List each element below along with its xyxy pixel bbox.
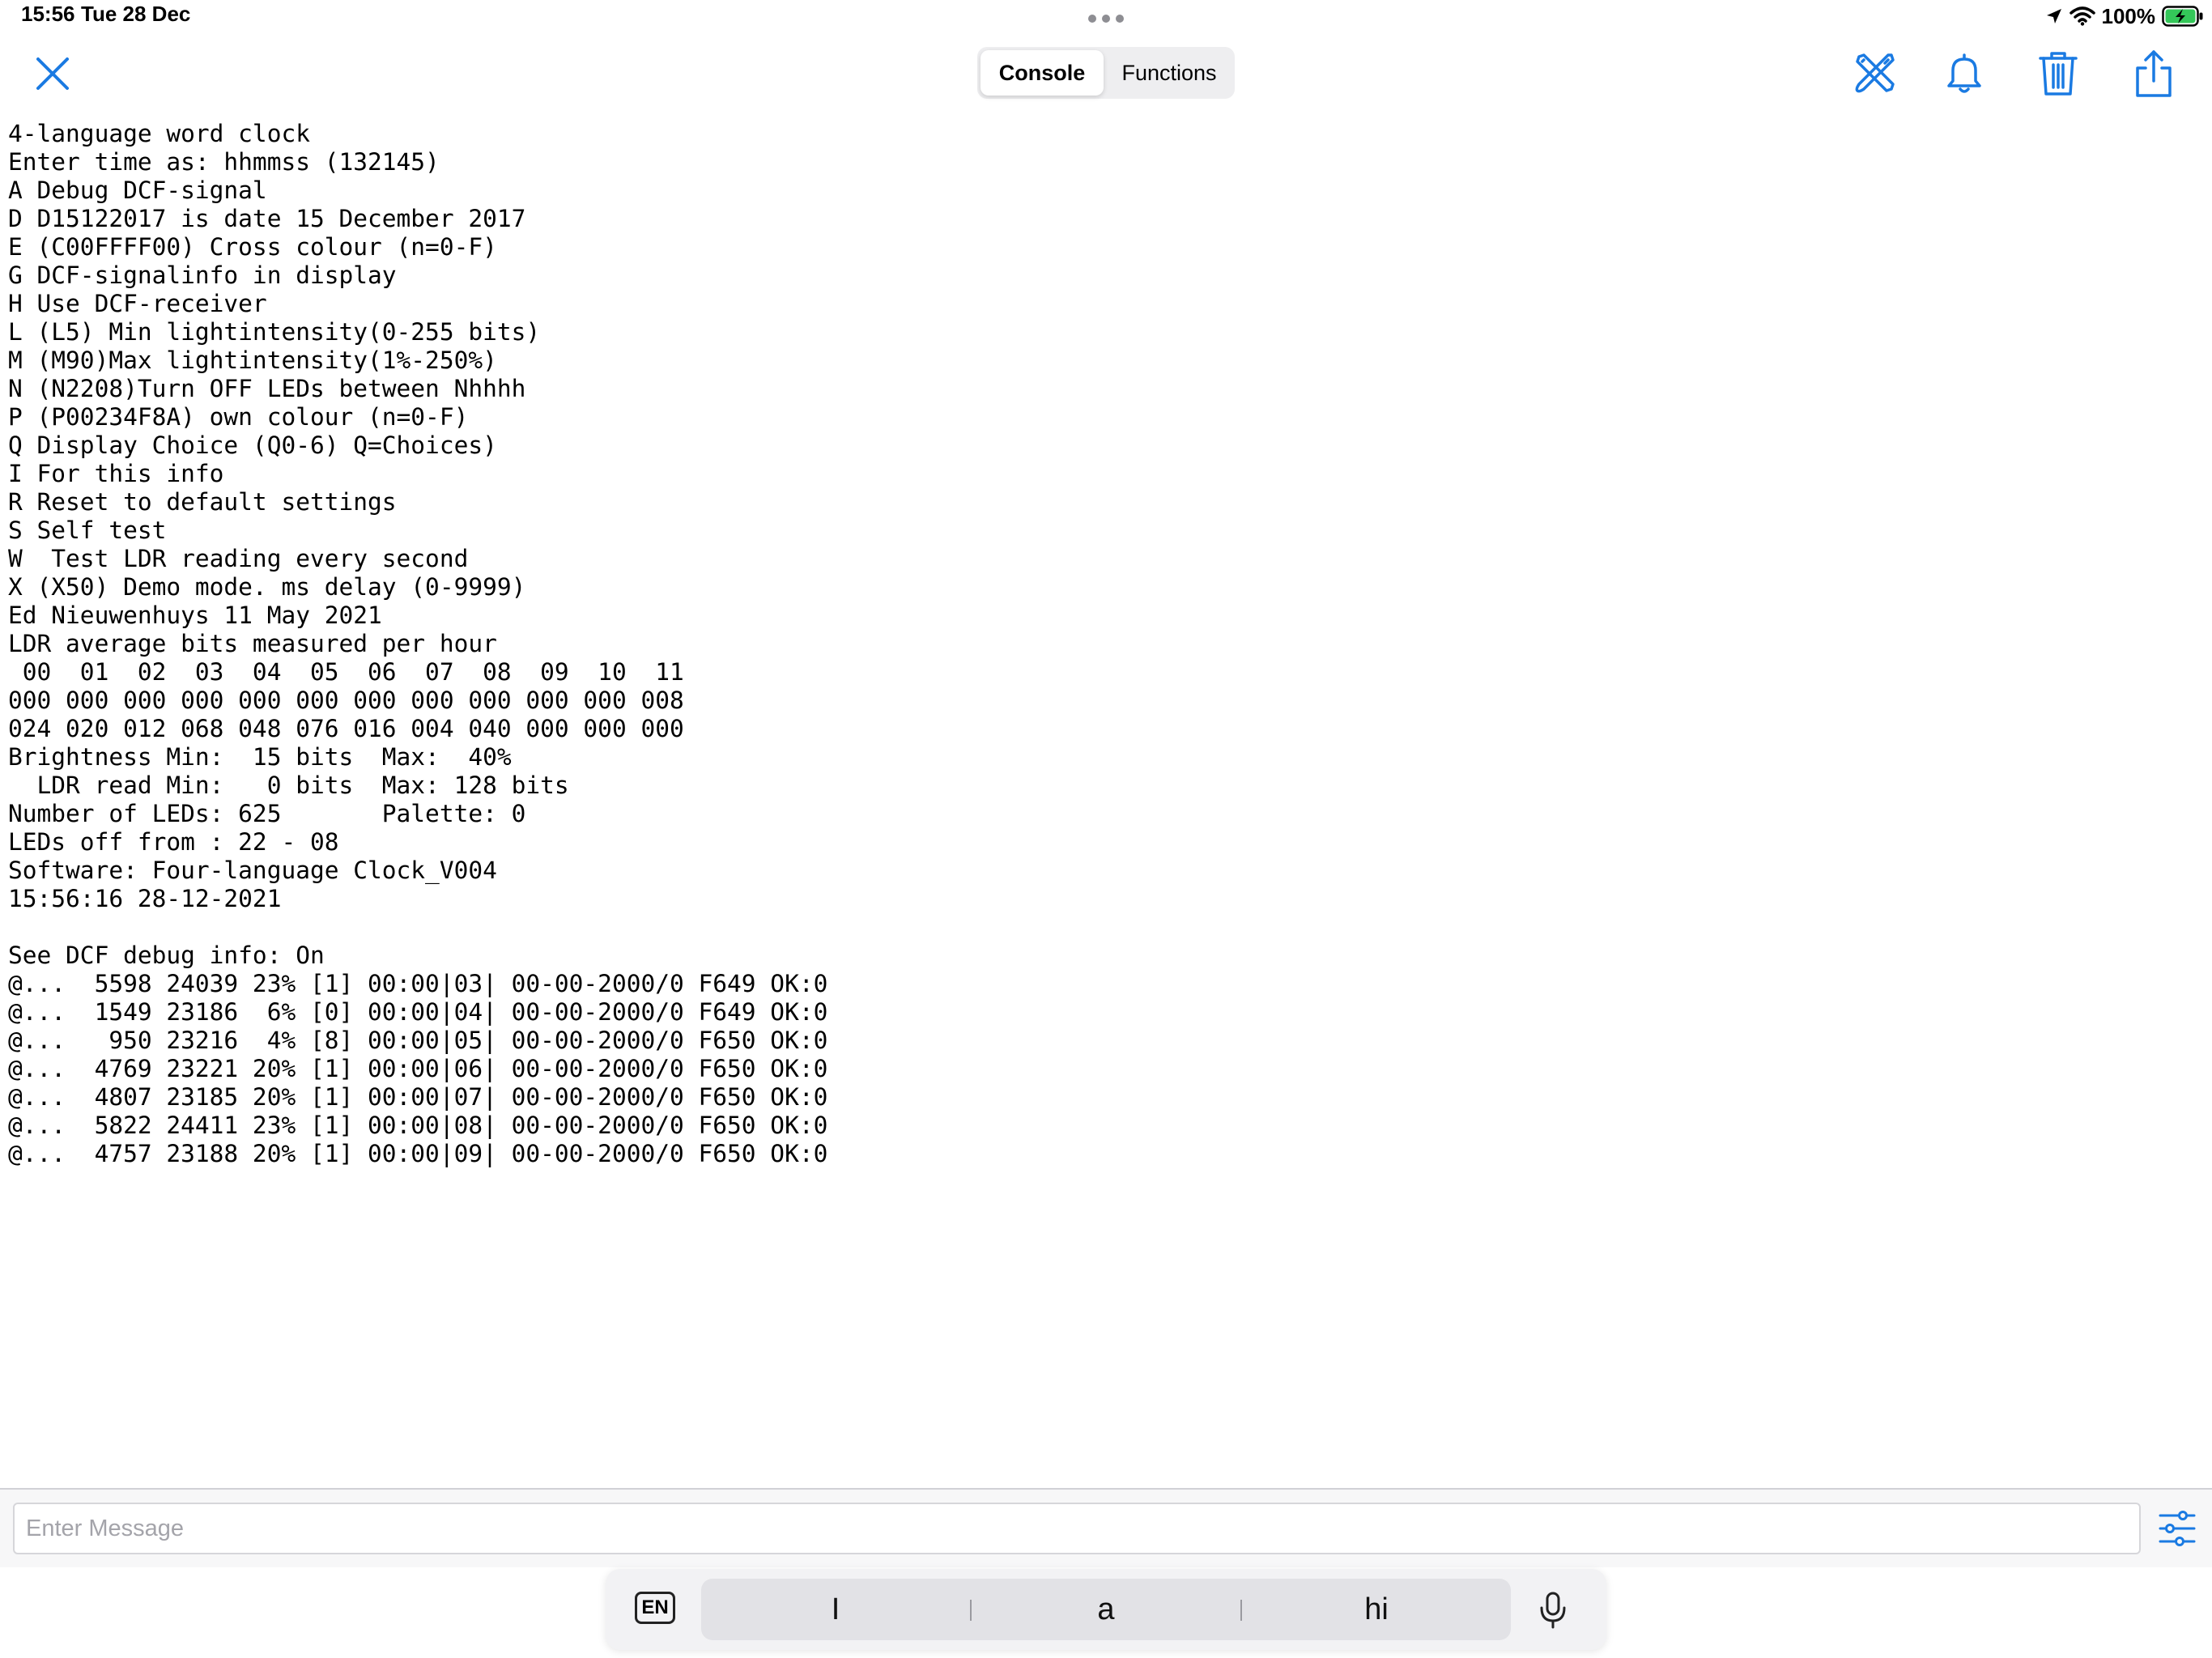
battery-charging-icon	[2162, 6, 2203, 27]
keyboard-suggestions: I a hi	[701, 1579, 1511, 1640]
console-line: Q Display Choice (Q0-6) Q=Choices)	[8, 432, 497, 459]
console-line: See DCF debug info: On	[8, 942, 325, 969]
message-bar	[0, 1490, 2212, 1567]
console-line: I For this info	[8, 460, 224, 487]
console-line: G DCF-signalinfo in display	[8, 261, 397, 289]
bell-icon[interactable]	[1940, 49, 1989, 97]
console-line: @... 4757 23188 20% [1] 00:00|09| 00-00-…	[8, 1140, 828, 1167]
sliders-icon[interactable]	[2159, 1507, 2196, 1550]
tab-console[interactable]: Console	[981, 50, 1104, 96]
location-arrow-icon	[2046, 9, 2061, 23]
console-line: Enter time as: hhmmss (132145)	[8, 148, 440, 176]
console-line: R Reset to default settings	[8, 488, 397, 516]
console-line: X (X50) Demo mode. ms delay (0-9999)	[8, 573, 526, 601]
console-line: 024 020 012 068 048 076 016 004 040 000 …	[8, 715, 684, 742]
console-line: Number of LEDs: 625 Palette: 0	[8, 800, 526, 827]
console-line: LDR read Min: 0 bits Max: 128 bits	[8, 772, 569, 799]
battery-percent: 100%	[2101, 3, 2156, 28]
console-line: @... 5822 24411 23% [1] 00:00|08| 00-00-…	[8, 1112, 828, 1139]
tab-functions[interactable]: Functions	[1107, 50, 1231, 96]
console-line: @... 4769 23221 20% [1] 00:00|06| 00-00-…	[8, 1055, 828, 1082]
console-line: LEDs off from : 22 - 08	[8, 828, 339, 856]
console-line: A Debug DCF-signal	[8, 176, 267, 204]
console-line: 00 01 02 03 04 05 06 07 08 09 10 11	[8, 658, 684, 686]
microphone-icon[interactable]	[1537, 1592, 1569, 1629]
console-line: Ed Nieuwenhuys 11 May 2021	[8, 602, 382, 629]
status-date: Tue 28 Dec	[81, 2, 191, 26]
console-line: D D15122017 is date 15 December 2017	[8, 205, 526, 232]
suggestion-item[interactable]: a	[972, 1579, 1240, 1640]
console-line: Software: Four-language Clock_V004	[8, 857, 497, 884]
view-segmented-control: Console Functions	[977, 47, 1235, 99]
suggestion-item[interactable]: hi	[1242, 1579, 1511, 1640]
close-icon[interactable]	[31, 52, 74, 96]
console-line: L (L5) Min lightintensity(0-255 bits)	[8, 318, 541, 346]
console-line: H Use DCF-receiver	[8, 290, 267, 317]
console-line: S Self test	[8, 517, 167, 544]
multitasking-dots-icon[interactable]	[1088, 15, 1124, 23]
status-time: 15:56	[21, 2, 75, 26]
status-bar: 15:56 Tue 28 Dec 100%	[0, 0, 2212, 32]
console-line: 15:56:16 28-12-2021	[8, 885, 282, 912]
console-line: 4-language word clock	[8, 120, 310, 147]
status-indicators: 100%	[2045, 0, 2205, 32]
console-line: Brightness Min: 15 bits Max: 40%	[8, 743, 512, 771]
message-input[interactable]	[13, 1503, 2141, 1554]
console-line: @... 1549 23186 6% [0] 00:00|04| 00-00-2…	[8, 998, 828, 1026]
console-output: 4-language word clock Enter time as: hhmm…	[8, 120, 2194, 1472]
nav-bar: Console Functions	[0, 32, 2212, 113]
keyboard-language-button[interactable]: EN	[635, 1592, 675, 1624]
console-line: M (M90)Max lightintensity(1%-250%)	[8, 346, 497, 374]
console-line: LDR average bits measured per hour	[8, 630, 497, 657]
console-line: P (P00234F8A) own colour (n=0-F)	[8, 403, 469, 431]
share-icon[interactable]	[2129, 49, 2178, 97]
suggestion-item[interactable]: I	[701, 1579, 970, 1640]
wifi-icon	[2069, 6, 2095, 26]
console-line: W Test LDR reading every second	[8, 545, 469, 572]
console-line: N (N2208)Turn OFF LEDs between Nhhhh	[8, 375, 526, 402]
console-line: @... 4807 23185 20% [1] 00:00|07| 00-00-…	[8, 1083, 828, 1111]
console-line: E (C00FFFF00) Cross colour (n=0-F)	[8, 233, 497, 261]
console-line: @... 950 23216 4% [8] 00:00|05| 00-00-20…	[8, 1027, 828, 1054]
keyboard-shortcut-bar: EN I a hi	[606, 1569, 1606, 1650]
console-line: 000 000 000 000 000 000 000 000 000 000 …	[8, 687, 684, 714]
tools-icon[interactable]	[1851, 49, 1899, 97]
console-line: @... 5598 24039 23% [1] 00:00|03| 00-00-…	[8, 970, 828, 997]
trash-icon[interactable]	[2034, 49, 2082, 97]
